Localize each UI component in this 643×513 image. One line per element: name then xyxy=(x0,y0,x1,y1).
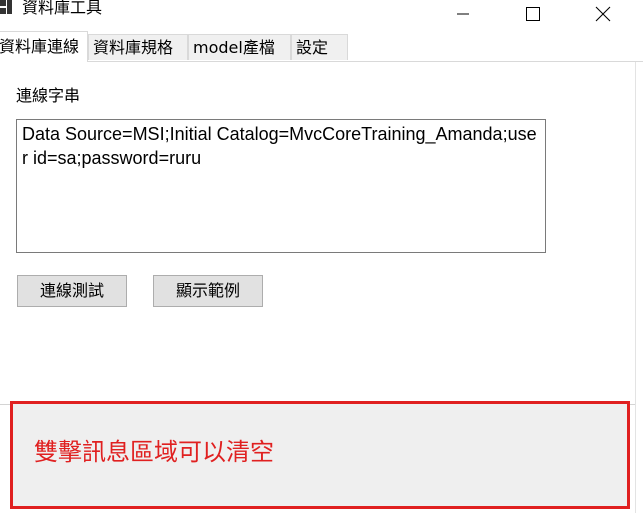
tab-model-gen[interactable]: model產檔 xyxy=(188,34,291,60)
minimize-icon xyxy=(457,13,469,15)
close-icon xyxy=(595,6,611,22)
window-title: 資料庫工具 xyxy=(22,0,103,17)
connection-string-textbox[interactable]: Data Source=MSI;Initial Catalog=MvcCoreT… xyxy=(16,119,546,253)
message-text: 雙擊訊息區域可以清空 xyxy=(34,438,274,466)
window-border xyxy=(635,62,643,513)
message-area[interactable]: 雙擊訊息區域可以清空 xyxy=(10,401,630,509)
title-bar: 資料庫工具 xyxy=(0,0,643,30)
tab-db-spec[interactable]: 資料庫規格 xyxy=(88,34,188,60)
connection-tab-page: 連線字串 Data Source=MSI;Initial Catalog=Mvc… xyxy=(0,62,635,513)
connection-string-label: 連線字串 xyxy=(16,86,81,105)
minimize-button[interactable] xyxy=(440,0,486,28)
app-icon xyxy=(0,0,12,14)
close-button[interactable] xyxy=(580,0,626,28)
maximize-icon xyxy=(526,7,540,21)
test-connection-button[interactable]: 連線測試 xyxy=(17,275,127,307)
maximize-button[interactable] xyxy=(510,0,556,28)
app-window: 資料庫工具 資料庫連線 資料庫規格 model產檔 設定 連線字串 Data S… xyxy=(0,0,643,513)
tab-db-connection[interactable]: 資料庫連線 xyxy=(0,31,88,62)
show-sample-button[interactable]: 顯示範例 xyxy=(153,275,263,307)
tab-settings[interactable]: 設定 xyxy=(291,34,348,60)
tab-strip: 資料庫連線 資料庫規格 model產檔 設定 xyxy=(0,30,643,62)
